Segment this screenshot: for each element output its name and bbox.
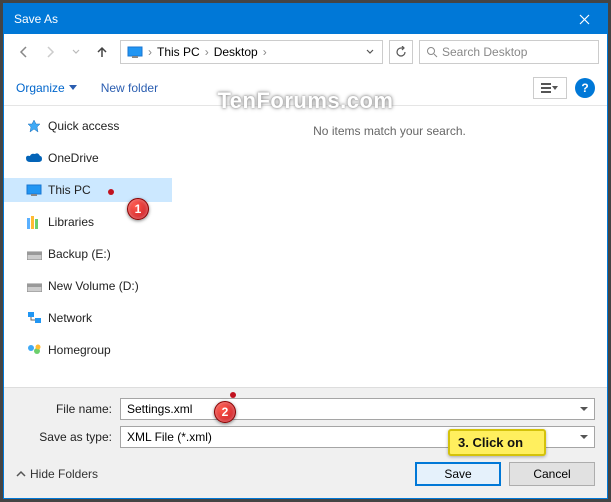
sidebar-item-quick-access[interactable]: Quick access <box>4 114 172 138</box>
homegroup-icon <box>26 342 42 358</box>
arrow-right-icon <box>43 45 57 59</box>
address-dropdown[interactable] <box>360 45 380 59</box>
save-as-dialog: Save As › This PC › Desktop › <box>3 3 608 499</box>
search-placeholder: Search Desktop <box>442 45 527 59</box>
annotation-label-3: 3. Click on <box>448 429 546 456</box>
new-folder-button[interactable]: New folder <box>101 81 158 95</box>
titlebar: Save As <box>4 4 607 34</box>
navigation-bar: › This PC › Desktop › Search Desktop <box>4 34 607 70</box>
arrow-left-icon <box>17 45 31 59</box>
chevron-down-icon <box>69 85 77 91</box>
hide-folders-button[interactable]: Hide Folders <box>16 467 98 481</box>
this-pc-icon <box>127 46 143 58</box>
cancel-button[interactable]: Cancel <box>509 462 595 486</box>
help-icon: ? <box>581 81 588 95</box>
view-options-button[interactable] <box>533 77 567 99</box>
annotation-pointer-1 <box>108 189 114 195</box>
organize-menu[interactable]: Organize <box>16 81 77 95</box>
close-icon <box>579 14 590 25</box>
forward-button[interactable] <box>38 40 62 64</box>
chevron-down-icon <box>366 48 374 56</box>
back-button[interactable] <box>12 40 36 64</box>
arrow-up-icon <box>95 45 109 59</box>
savetype-label: Save as type: <box>16 430 120 444</box>
empty-message: No items match your search. <box>313 124 466 138</box>
drive-icon <box>26 246 42 262</box>
sidebar-item-onedrive[interactable]: OneDrive <box>4 146 172 170</box>
refresh-button[interactable] <box>389 40 413 64</box>
breadcrumb-this-pc[interactable]: This PC <box>153 45 204 59</box>
filename-input[interactable]: Settings.xml <box>120 398 595 420</box>
libraries-icon <box>26 214 42 230</box>
help-button[interactable]: ? <box>575 78 595 98</box>
breadcrumb-desktop[interactable]: Desktop <box>210 45 262 59</box>
this-pc-icon <box>26 182 42 198</box>
chevron-down-icon <box>72 48 80 56</box>
dialog-body: Quick access OneDrive This PC Libraries … <box>4 106 607 387</box>
toolbar: Organize New folder ? <box>4 70 607 106</box>
drive-icon <box>26 278 42 294</box>
chevron-right-icon: › <box>262 45 268 59</box>
filename-label: File name: <box>16 402 120 416</box>
nav-tree: Quick access OneDrive This PC Libraries … <box>4 106 172 387</box>
file-list-area: No items match your search. <box>172 106 607 387</box>
sidebar-item-network[interactable]: Network <box>4 306 172 330</box>
chevron-up-icon <box>16 470 26 478</box>
annotation-pointer-2 <box>230 392 236 398</box>
sidebar-item-backup-e[interactable]: Backup (E:) <box>4 242 172 266</box>
search-icon <box>426 46 438 58</box>
network-icon <box>26 310 42 326</box>
star-icon <box>26 118 42 134</box>
view-icon <box>541 82 559 94</box>
sidebar-item-homegroup[interactable]: Homegroup <box>4 338 172 362</box>
refresh-icon <box>395 46 407 58</box>
up-button[interactable] <box>90 40 114 64</box>
search-input[interactable]: Search Desktop <box>419 40 599 64</box>
annotation-badge-2: 2 <box>214 401 236 423</box>
save-button[interactable]: Save <box>415 462 501 486</box>
annotation-badge-1: 1 <box>127 198 149 220</box>
sidebar-item-this-pc[interactable]: This PC <box>4 178 172 202</box>
window-title: Save As <box>14 12 561 26</box>
cloud-icon <box>26 150 42 166</box>
close-button[interactable] <box>561 4 607 34</box>
recent-button[interactable] <box>64 40 88 64</box>
address-bar[interactable]: › This PC › Desktop › <box>120 40 383 64</box>
sidebar-item-new-volume-d[interactable]: New Volume (D:) <box>4 274 172 298</box>
